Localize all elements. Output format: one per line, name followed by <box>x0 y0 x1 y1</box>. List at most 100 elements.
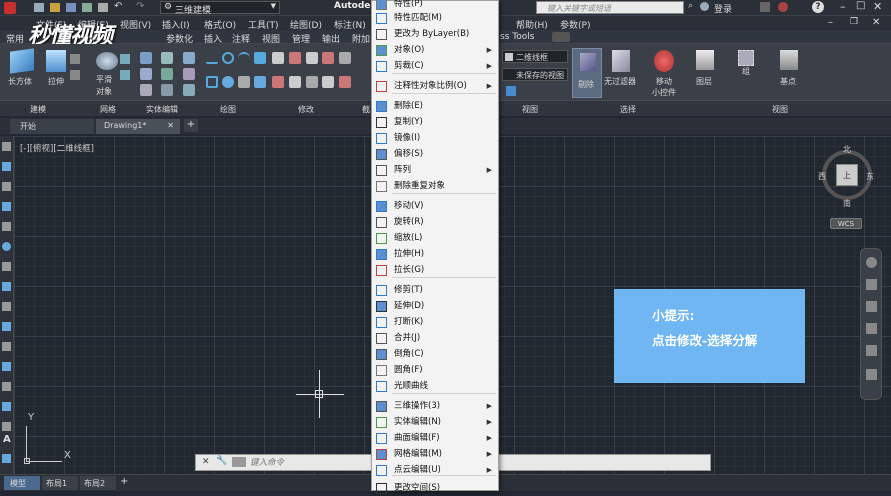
minimize-icon[interactable]: – <box>840 0 846 13</box>
save-as-icon[interactable] <box>82 3 92 12</box>
modeling-more-icon-2[interactable] <box>70 70 80 80</box>
arc-icon[interactable] <box>238 52 250 64</box>
scale-icon[interactable] <box>322 76 335 88</box>
tab-layout1[interactable]: 布局1 <box>42 476 78 490</box>
undo-icon[interactable]: ↶ <box>114 1 122 12</box>
menu-item-20[interactable]: 合并(J) <box>372 331 498 346</box>
intersect-icon[interactable] <box>182 52 195 64</box>
doc-close-icon[interactable]: ✕ <box>872 17 880 28</box>
line-icon[interactable] <box>206 52 218 64</box>
menu-item-6[interactable]: 删除(E) <box>372 99 498 114</box>
explode-icon[interactable] <box>288 76 301 88</box>
extrude-icon[interactable] <box>46 50 66 72</box>
fillet-edge-icon[interactable] <box>140 68 152 80</box>
spline-tool-icon[interactable] <box>2 262 11 271</box>
array-icon[interactable] <box>339 76 352 88</box>
box-icon[interactable] <box>10 48 34 74</box>
move-icon[interactable] <box>272 52 284 64</box>
menu-item-28[interactable]: 点云编辑(U) ▶ <box>372 463 498 478</box>
tab-layout2[interactable]: 布局2 <box>80 476 116 490</box>
shell-icon[interactable] <box>182 68 195 80</box>
mesh-tool-icon-1[interactable] <box>120 54 130 64</box>
extract-edges-icon[interactable] <box>161 68 174 80</box>
imprint-icon[interactable] <box>182 84 195 96</box>
saved-view-dropdown[interactable]: 未保存的视图 <box>502 68 568 81</box>
app-logo-icon[interactable] <box>4 2 16 14</box>
orbit-icon[interactable] <box>866 323 877 334</box>
viewport-controls[interactable]: [-][俯视][二维线框] <box>20 142 94 154</box>
copy-icon[interactable] <box>322 52 335 64</box>
menu-item-2[interactable]: 更改为 ByLayer(B) <box>372 27 498 42</box>
menu-item-18[interactable]: 延伸(D) <box>372 299 498 314</box>
command-close-icon[interactable]: ✕ <box>202 457 210 467</box>
recent-commands-icon[interactable] <box>232 457 246 467</box>
ellipse-icon[interactable] <box>222 76 234 88</box>
polygon-tool-icon[interactable] <box>2 182 11 191</box>
no-filter-icon[interactable] <box>612 50 630 72</box>
group-icon[interactable] <box>738 50 754 66</box>
menu-item-19[interactable]: 打断(K) <box>372 315 498 330</box>
new-file-icon[interactable] <box>34 3 44 12</box>
menu-item-4[interactable]: 剪裁(C) ▶ <box>372 59 498 74</box>
menu-item-7[interactable]: 复制(Y) <box>372 115 498 130</box>
ellipse-tool-icon[interactable] <box>2 282 11 291</box>
move-gizmo-icon[interactable] <box>654 50 674 72</box>
hatch-tool-icon[interactable] <box>2 362 11 371</box>
menu-item-12[interactable]: 移动(V) <box>372 199 498 214</box>
open-folder-icon[interactable] <box>50 3 60 12</box>
panel-section[interactable]: 截 <box>362 104 370 115</box>
menu-item-10[interactable]: 阵列 ▶ <box>372 163 498 178</box>
ribbon-options-icon[interactable] <box>552 32 570 42</box>
panel-modeling[interactable]: 建模 <box>30 104 46 115</box>
arc-tool-icon[interactable] <box>2 222 11 231</box>
thicken-icon[interactable] <box>161 84 174 96</box>
layers-icon[interactable] <box>696 50 714 70</box>
rectangle-tool-icon[interactable] <box>2 202 11 211</box>
table-tool-icon[interactable] <box>2 422 11 431</box>
insert-block-tool-icon[interactable] <box>2 302 11 311</box>
viewcube-north[interactable]: 北 <box>843 144 851 155</box>
rotate-icon[interactable] <box>288 52 301 64</box>
fillet-icon[interactable] <box>272 76 284 88</box>
search-box[interactable]: 键入关键字或短语 <box>536 1 684 14</box>
circle-icon[interactable] <box>222 52 234 64</box>
doc-restore-icon[interactable]: ❐ <box>850 17 858 27</box>
slice-icon[interactable] <box>140 84 152 96</box>
menu-item-1[interactable]: 特性匹配(M) <box>372 11 498 26</box>
draw-line-tool-icon[interactable] <box>2 142 11 151</box>
menu-item-5[interactable]: 注释性对象比例(O) ▶ <box>372 79 498 94</box>
pan-icon[interactable] <box>866 279 877 290</box>
tab-model[interactable]: 模型 <box>4 476 40 490</box>
menu-item-24[interactable]: 三维操作(3) ▶ <box>372 399 498 414</box>
menu-item-29[interactable]: 更改空间(S) <box>372 481 498 496</box>
menu-item-22[interactable]: 圆角(F) <box>372 363 498 378</box>
modeling-more-icon[interactable] <box>70 54 80 64</box>
panel-solid-edit[interactable]: 实体编辑 <box>146 104 178 115</box>
hatch-icon[interactable] <box>238 76 250 88</box>
menu-item-27[interactable]: 网格编辑(M) ▶ <box>372 447 498 462</box>
menu-item-15[interactable]: 拉伸(H) <box>372 247 498 262</box>
menu-item-21[interactable]: 倒角(C) <box>372 347 498 362</box>
tab-express-tools[interactable]: ss Tools <box>500 32 534 42</box>
visual-style-dropdown[interactable]: 二维线框 <box>502 50 568 63</box>
zoom-extents-icon[interactable] <box>866 301 877 312</box>
menu-item-14[interactable]: 缩放(L) <box>372 231 498 246</box>
make-block-tool-icon[interactable] <box>2 322 11 331</box>
tab-close-icon[interactable]: ✕ <box>167 121 174 130</box>
smooth-object-icon[interactable] <box>96 52 118 70</box>
polyline-icon[interactable] <box>254 52 266 64</box>
circle-tool-icon[interactable] <box>2 242 11 251</box>
mirror-icon[interactable] <box>339 52 352 64</box>
viewcube-east[interactable]: 东 <box>866 171 874 182</box>
viewcube-west[interactable]: 西 <box>818 171 826 182</box>
spline-icon[interactable] <box>254 76 266 88</box>
region-tool-icon[interactable] <box>2 402 11 411</box>
menu-item-13[interactable]: 旋转(R) <box>372 215 498 230</box>
menu-item-8[interactable]: 镜像(I) <box>372 131 498 146</box>
workspace-dropdown[interactable]: ⚙ 三维建模 ▼ <box>160 1 280 16</box>
menu-item-11[interactable]: 删除重复对象 <box>372 179 498 194</box>
exchange-icon[interactable] <box>760 2 770 12</box>
login-link[interactable]: 登录 <box>714 2 732 15</box>
gradient-tool-icon[interactable] <box>2 382 11 391</box>
print-icon[interactable] <box>98 3 108 12</box>
